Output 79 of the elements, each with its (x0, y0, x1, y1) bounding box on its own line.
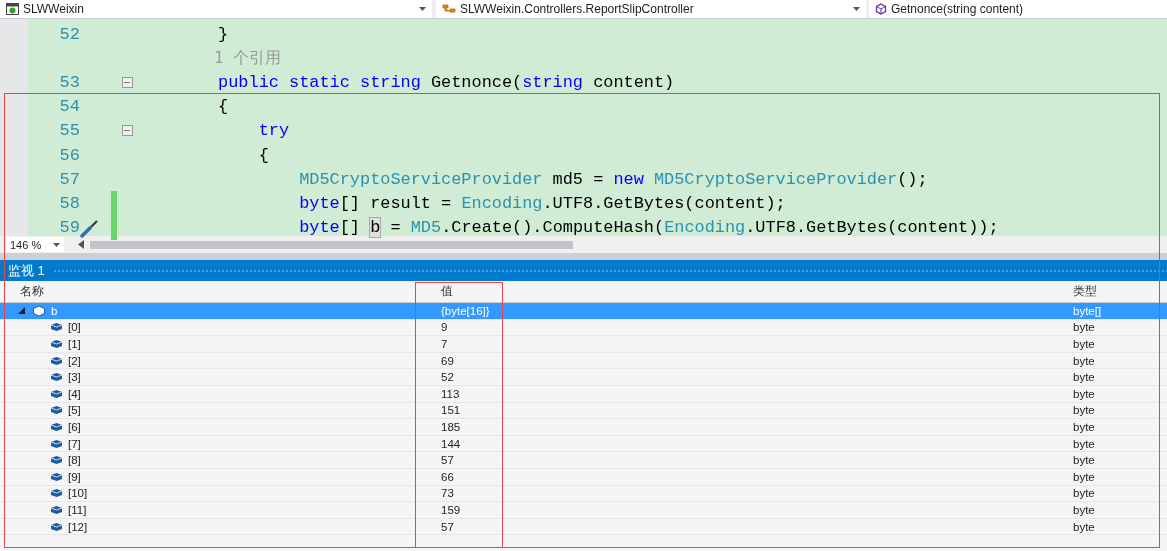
value-cell-text: 7 (440, 338, 449, 350)
type-cell-text: byte (1072, 487, 1096, 500)
code-line: byte[] result = Encoding.UTF8.GetBytes(content); (298, 193, 786, 213)
value-cell-text: 144 (440, 437, 462, 450)
value-cell-text: 159 (440, 503, 462, 516)
zoom-dropdown[interactable]: 146 % (6, 237, 64, 252)
type-cell-text: byte (1072, 354, 1096, 367)
line-number: 58 (58, 193, 80, 213)
variable-name: b (51, 304, 58, 317)
type-cell-text: byte (1072, 437, 1096, 450)
variable-name: [10] (68, 487, 88, 500)
variable-name: [11] (68, 503, 87, 516)
code-line: byte[] b = MD5.Create().ComputeHash(Encoding.UTF8.GetBytes(content)); (298, 218, 999, 238)
code-line: public static string Getnonce(string content) (217, 72, 675, 92)
code-line: try (257, 121, 290, 141)
type-cell-text: byte (1072, 520, 1096, 533)
watch-row[interactable]: [9] 66 byte (0, 468, 1167, 486)
value-cell-text: 52 (440, 371, 455, 384)
value-cell-text: 57 (440, 520, 455, 533)
member-dropdown[interactable]: Getnonce(string content) (869, 0, 1167, 18)
column-header[interactable]: 值 (441, 284, 453, 298)
value-cell-text: 66 (440, 470, 455, 483)
value-cell-text: 113 (440, 387, 461, 400)
variable-name: [8] (68, 454, 81, 467)
line-number: 55 (58, 121, 80, 141)
variable-name: [6] (68, 420, 81, 433)
watch-row[interactable]: [2] 69 byte (0, 352, 1167, 370)
line-number: 56 (58, 145, 80, 165)
watch-row[interactable]: [11] 159 byte (0, 502, 1167, 519)
value-cell-text: 9 (440, 321, 449, 334)
watch-row[interactable]: [8] 57 byte (0, 452, 1167, 469)
watch-row[interactable]: [7] 144 byte (0, 435, 1167, 453)
code-line: { (257, 145, 269, 165)
variable-name: [4] (68, 387, 81, 400)
line-number: 59 (58, 218, 80, 238)
line-number: 53 (58, 72, 80, 92)
value-cell-text: 73 (440, 487, 455, 500)
type-cell-text: byte (1072, 321, 1096, 334)
type-cell-text: byte (1072, 387, 1096, 400)
type-cell-text: byte (1072, 470, 1096, 483)
variable-name: [0] (68, 321, 81, 334)
variable-name: [9] (68, 470, 81, 483)
line-number: 54 (58, 97, 80, 117)
watch-row[interactable]: [5] 151 byte (0, 402, 1167, 420)
watch-row[interactable]: [4] 113 byte (0, 385, 1167, 403)
project-dropdown[interactable]: SLWWeixin (0, 0, 432, 18)
watch-row[interactable]: [3] 52 byte (0, 369, 1167, 386)
watch-row[interactable]: [0] 9 byte (0, 319, 1167, 337)
type-cell-text: byte (1072, 404, 1096, 417)
variable-name: [2] (68, 354, 81, 367)
type-cell-text: byte (1072, 420, 1096, 433)
code-line: } (217, 24, 229, 44)
type-cell-text: byte (1072, 503, 1096, 516)
variable-name: [12] (68, 520, 88, 533)
type-cell-text: byte (1072, 454, 1096, 467)
variable-name: [3] (68, 371, 81, 384)
watch-row[interactable]: [12] 57 byte (0, 518, 1167, 536)
watch-row[interactable]: [10] 73 byte (0, 485, 1167, 503)
watch-row[interactable]: [1] 7 byte (0, 336, 1167, 353)
class-dropdown[interactable]: SLWWeixin.Controllers.ReportSlipController (436, 0, 866, 18)
value-cell-text: 69 (440, 354, 455, 367)
type-cell-text: byte (1072, 371, 1096, 384)
value-cell-text: {byte[16]} (440, 304, 491, 317)
variable-name: [1] (68, 338, 81, 350)
line-number: 52 (58, 24, 80, 44)
type-cell-text: byte[] (1072, 304, 1103, 317)
column-header[interactable]: 名称 (20, 284, 44, 298)
value-cell-text: 185 (440, 420, 462, 433)
panel-title: 监视 1 (8, 261, 45, 280)
code-line: { (217, 97, 229, 117)
code-line: MD5CryptoServiceProvider md5 = new MD5CryptoServiceProvider(); (298, 169, 928, 189)
type-cell-text: byte (1072, 338, 1096, 350)
watch-row[interactable]: [6] 185 byte (0, 419, 1167, 436)
column-header[interactable]: 类型 (1073, 284, 1097, 298)
variable-name: [7] (68, 437, 81, 450)
value-cell-text: 57 (440, 454, 455, 467)
line-number: 57 (58, 169, 80, 189)
value-cell-text: 151 (440, 404, 462, 417)
variable-name: [5] (68, 404, 81, 417)
